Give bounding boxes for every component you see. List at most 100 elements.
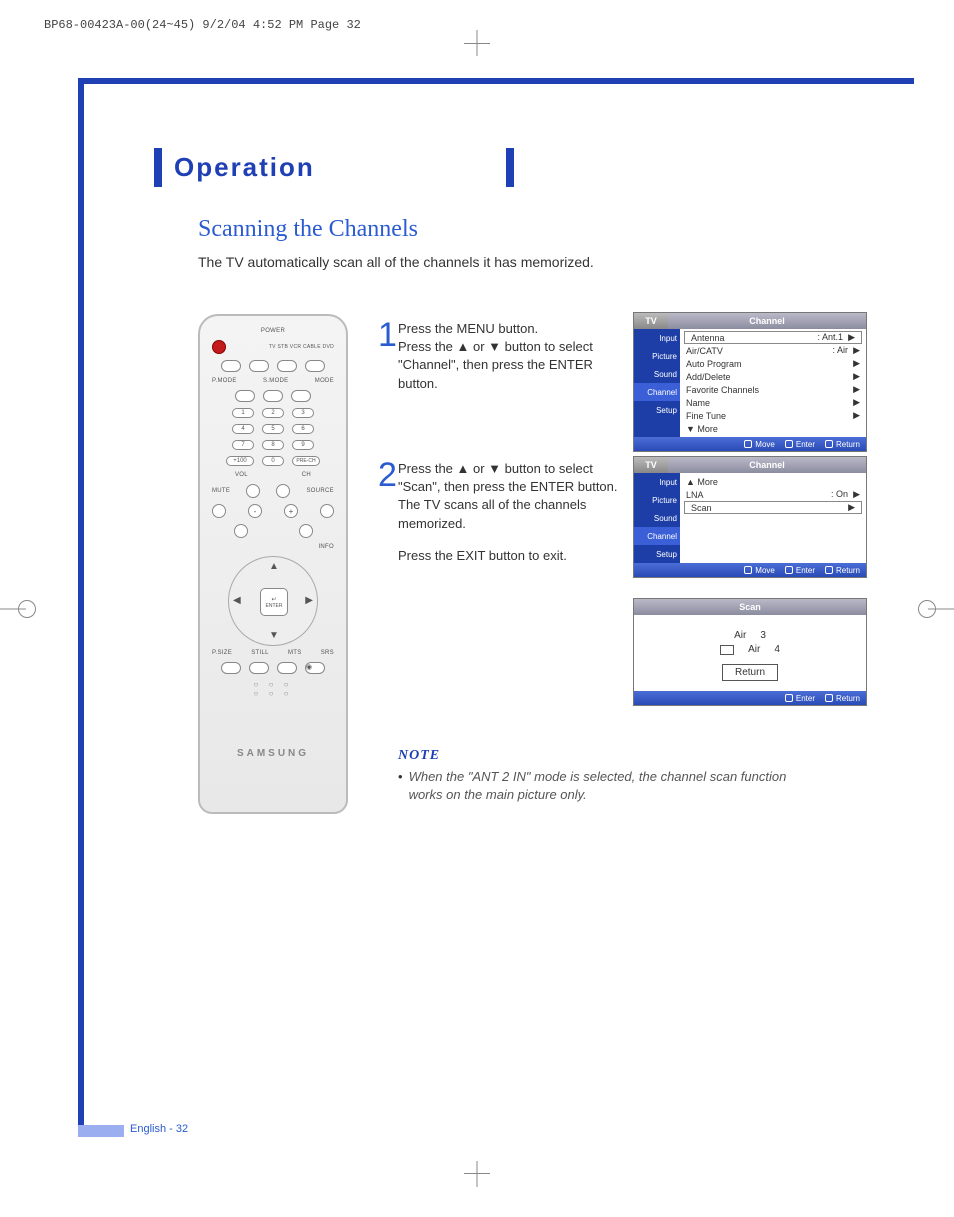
left-arrow-icon: ◀ [233, 595, 241, 606]
remote-key: 0 [262, 456, 284, 466]
remote-label: MODE [315, 378, 334, 384]
scan-value: 3 [760, 630, 766, 641]
return-icon [825, 440, 833, 448]
osd-sidebar: Input Picture Sound Channel Setup [634, 329, 680, 437]
osd-sidebar: Input Picture Sound Channel Setup [634, 473, 680, 563]
enter-icon [785, 694, 793, 702]
remote-ch-down-icon [299, 524, 313, 538]
step-text: Press the MENU button. Press the ▲ or ▼ … [398, 320, 618, 393]
chevron-right-icon: ▶ [853, 397, 860, 408]
osd-footer-label: Enter [796, 440, 815, 449]
osd-row-value: : On [831, 489, 848, 499]
remote-label: STILL [251, 650, 269, 656]
remote-power-label: POWER [261, 328, 285, 334]
section-heading: Operation [154, 148, 514, 187]
remote-label: MUTE [212, 488, 230, 494]
footer-accent-bar [78, 1125, 124, 1137]
remote-key: 9 [292, 440, 314, 450]
right-arrow-icon: ▶ [305, 595, 313, 606]
note-block: NOTE • When the "ANT 2 IN" mode is selec… [398, 748, 914, 804]
chevron-right-icon: ▶ [853, 489, 860, 499]
remote-label: MTS [288, 650, 302, 656]
osd-footer: Move Enter Return [634, 563, 866, 577]
osd-tab: TV [634, 457, 668, 473]
registration-circle [18, 600, 36, 618]
scan-label: Air [734, 630, 746, 641]
chevron-right-icon: ▶ [853, 345, 860, 355]
step-text: Press the EXIT button to exit. [398, 547, 618, 565]
remote-label: VOL [235, 472, 248, 478]
remote-label: P.MODE [212, 378, 237, 384]
remote-key: 4 [232, 424, 254, 434]
remote-label: SOURCE [306, 488, 333, 494]
move-icon [744, 440, 752, 448]
brand-logo: SAMSUNG [212, 748, 334, 759]
return-icon [825, 566, 833, 574]
osd-row-label: Air/CATV [686, 346, 723, 356]
osd-footer-label: Enter [796, 694, 815, 703]
osd-side-label: Setup [656, 406, 677, 415]
osd-title: Channel [668, 313, 866, 329]
remote-label: P.SIZE [212, 650, 232, 656]
remote-mute-icon [212, 504, 226, 518]
remote-key: 8 [262, 440, 284, 450]
osd-side-label: Channel [647, 388, 677, 397]
remote-label: S.MODE [263, 378, 288, 384]
enter-icon [785, 440, 793, 448]
osd-footer-label: Move [755, 566, 775, 575]
osd-row-label: Auto Program [686, 359, 742, 369]
osd-row-value: : Air [833, 345, 849, 355]
remote-device-labels: TV STB VCR CABLE DVD [269, 344, 334, 350]
intro-text: The TV automatically scan all of the cha… [198, 254, 594, 270]
registration-circle [918, 600, 936, 618]
remote-label: INFO [318, 544, 334, 550]
remote-illustration: POWER TV STB VCR CABLE DVD P.MODE S.MODE… [198, 314, 348, 814]
scan-label: Air [748, 644, 760, 655]
remote-source-icon [320, 504, 334, 518]
step-1: 1 Press the MENU button. Press the ▲ or … [398, 320, 618, 393]
remote-vol-up-icon [246, 484, 260, 498]
decorative-bar [78, 78, 84, 1137]
scan-value: 4 [774, 644, 780, 655]
osd-footer-label: Return [836, 440, 860, 449]
osd-list: ▲ More LNA: On ▶ Scan▶ [680, 473, 866, 563]
remote-label: CH [302, 472, 311, 478]
osd-tab: TV [634, 313, 668, 329]
crop-mark [477, 1161, 478, 1187]
osd-side-label: Sound [654, 514, 677, 523]
up-arrow-icon: ▲ [269, 561, 279, 572]
remote-key: 5 [262, 424, 284, 434]
osd-footer-label: Return [836, 694, 860, 703]
move-icon [744, 566, 752, 574]
note-heading: NOTE [398, 748, 914, 764]
chevron-right-icon: ▶ [853, 358, 860, 369]
decorative-bar [78, 78, 914, 84]
chevron-right-icon: ▶ [848, 332, 855, 342]
return-icon [825, 694, 833, 702]
osd-row-label: Name [686, 398, 710, 408]
osd-side-label: Picture [652, 496, 677, 505]
osd-side-label: Input [659, 478, 677, 487]
osd-footer: Enter Return [634, 691, 866, 705]
remote-key: 3 [292, 408, 314, 418]
tv-icon [720, 645, 734, 655]
osd-row-label: ▼ More [686, 424, 718, 434]
remote-vol-down-icon [234, 524, 248, 538]
scan-return-button: Return [722, 664, 778, 681]
crop-mark [464, 43, 490, 44]
remote-label: ENTER [266, 603, 283, 609]
osd-row-label: LNA [686, 490, 704, 500]
enter-icon [785, 566, 793, 574]
page-frame: Operation Scanning the Channels The TV a… [78, 78, 914, 1137]
osd-side-label: Setup [656, 550, 677, 559]
remote-key: 1 [232, 408, 254, 418]
osd-row-label: ▲ More [686, 477, 718, 487]
chevron-right-icon: ▶ [853, 410, 860, 421]
remote-key: PRE-CH [292, 456, 320, 466]
chevron-right-icon: ▶ [853, 384, 860, 395]
remote-key: 2 [262, 408, 284, 418]
remote-nav-ring: ▲ ▼ ◀ ▶ ↵ ENTER [228, 556, 318, 646]
step-number: 2 [378, 452, 397, 500]
remote-enter-button: ↵ ENTER [260, 588, 288, 616]
osd-footer-label: Return [836, 566, 860, 575]
